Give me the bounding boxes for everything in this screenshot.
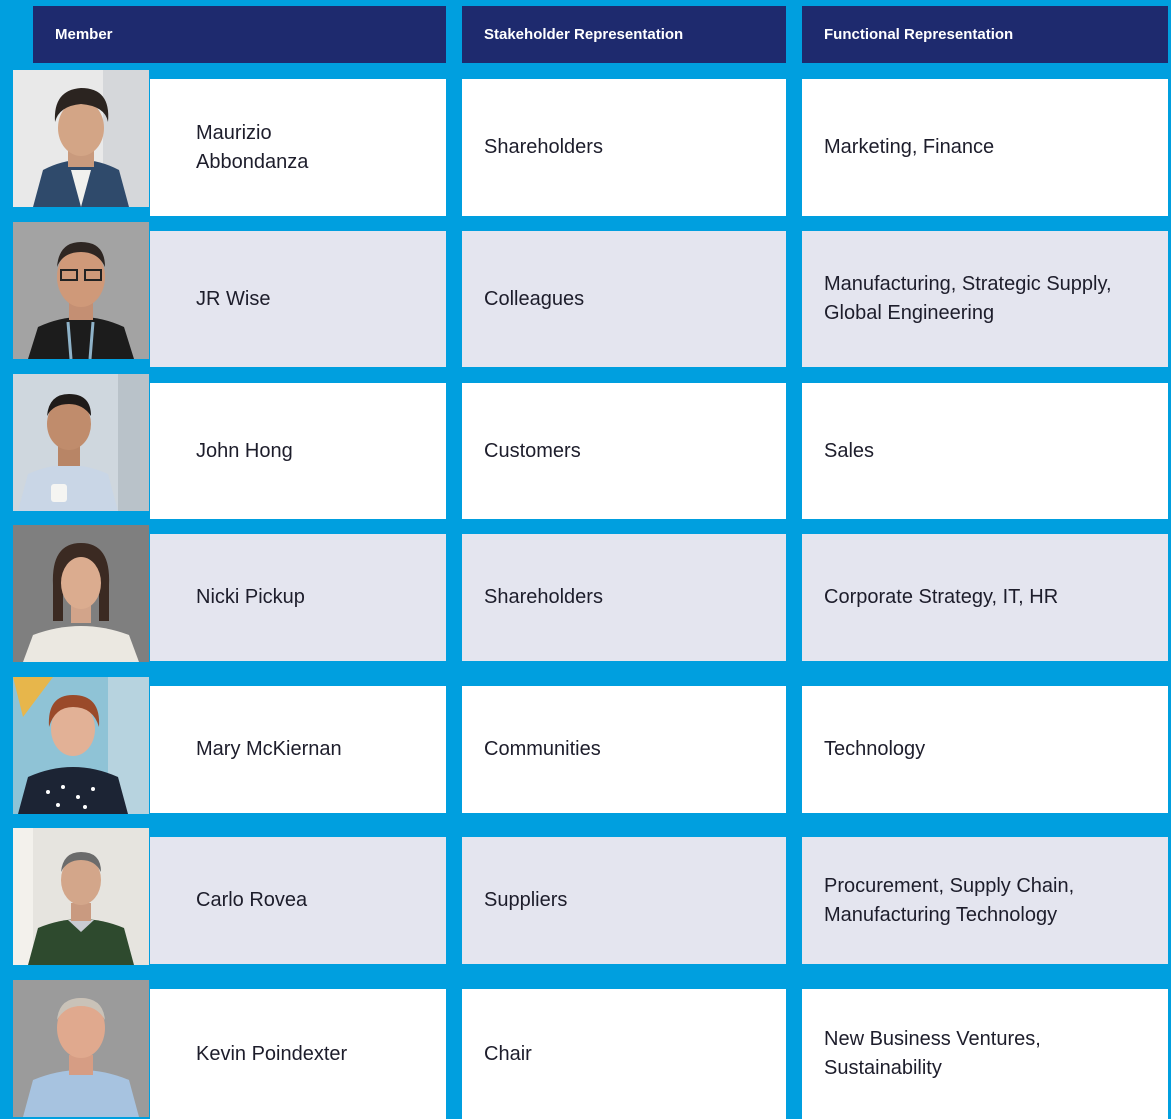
member-name: Nicki Pickup — [196, 586, 305, 608]
functional-cell: Sales — [802, 383, 1168, 519]
member-photo — [13, 525, 149, 662]
functional-cell: Corporate Strategy, IT, HR — [802, 534, 1168, 661]
functional-cell: Marketing, Finance — [802, 79, 1168, 216]
member-photo — [13, 980, 149, 1117]
functional-value: Manufacturing, Strategic Supply, Global … — [824, 273, 1112, 324]
functional-cell: Technology — [802, 686, 1168, 813]
member-cell: Nicki Pickup — [150, 534, 446, 661]
functional-value: Marketing, Finance — [824, 136, 995, 158]
stakeholder-cell: Communities — [462, 686, 786, 813]
member-name: Mary McKiernan — [196, 738, 342, 760]
header-functional: Functional Representation — [802, 6, 1168, 63]
stakeholder-value: Customers — [484, 439, 581, 462]
stakeholder-cell: Shareholders — [462, 534, 786, 661]
member-cell: JR Wise — [150, 231, 446, 367]
functional-cell: Procurement, Supply Chain, Manufacturing… — [802, 837, 1168, 964]
header-member: Member — [33, 6, 446, 63]
functional-value: New Business Ventures, Sustainability — [824, 1028, 1041, 1079]
member-name: JR Wise — [196, 287, 271, 310]
member-photo — [13, 828, 149, 965]
member-cell: Kevin Poindexter — [150, 989, 446, 1119]
functional-cell: New Business Ventures, Sustainability — [802, 989, 1168, 1119]
stakeholder-cell: Suppliers — [462, 837, 786, 964]
stakeholder-value: Suppliers — [484, 889, 568, 911]
stakeholder-value: Shareholders — [484, 136, 603, 158]
member-photo — [13, 677, 149, 814]
member-photo — [13, 70, 149, 207]
header-stakeholder: Stakeholder Representation — [462, 6, 786, 63]
functional-value: Technology — [824, 738, 926, 760]
member-name: Maurizio Abbondanza — [196, 121, 309, 173]
member-cell: John Hong — [150, 383, 446, 519]
stakeholder-value: Shareholders — [484, 586, 603, 608]
stakeholder-cell: Chair — [462, 989, 786, 1119]
member-photo — [13, 222, 149, 359]
stakeholder-cell: Colleagues — [462, 231, 786, 367]
member-cell: Carlo Rovea — [150, 837, 446, 964]
member-photo — [13, 374, 149, 511]
member-cell: Maurizio Abbondanza — [150, 79, 446, 216]
functional-value: Procurement, Supply Chain, Manufacturing… — [824, 874, 1075, 926]
member-name: John Hong — [196, 439, 293, 462]
member-name: Carlo Rovea — [196, 889, 308, 911]
functional-cell: Manufacturing, Strategic Supply, Global … — [802, 231, 1168, 367]
stakeholder-value: Communities — [484, 738, 601, 760]
stakeholder-cell: Customers — [462, 383, 786, 519]
stakeholder-value: Chair — [484, 1042, 532, 1065]
functional-value: Corporate Strategy, IT, HR — [824, 586, 1059, 608]
stakeholder-cell: Shareholders — [462, 79, 786, 216]
stakeholder-value: Colleagues — [484, 287, 585, 310]
member-cell: Mary McKiernan — [150, 686, 446, 813]
functional-value: Sales — [824, 439, 875, 462]
member-name: Kevin Poindexter — [196, 1042, 348, 1065]
